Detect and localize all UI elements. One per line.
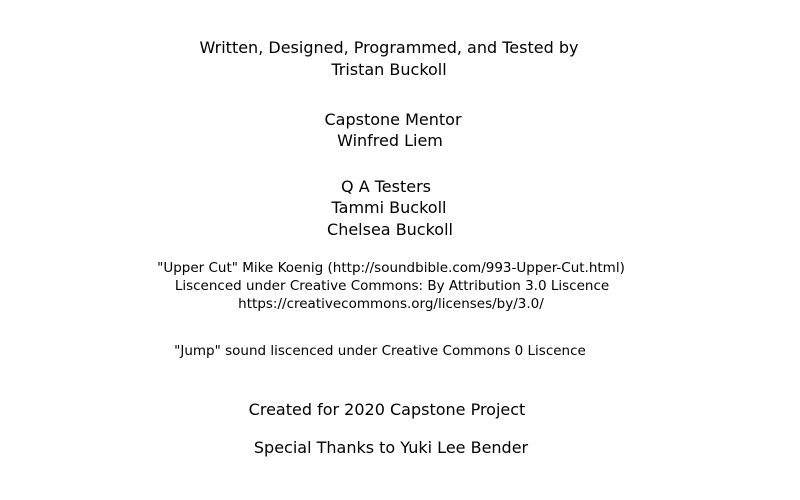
credit-project: Created for 2020 Capstone Project <box>248 400 526 419</box>
credit-role-mentor: Capstone Mentor <box>324 110 462 129</box>
credit-name-mentor: Winfred Liem <box>337 131 443 150</box>
credit-role-testers: Q A Testers <box>341 177 431 196</box>
credit-tester-name: Tammi Buckoll <box>331 198 447 217</box>
credit-license-url: https://creativecommons.org/licenses/by/… <box>238 296 544 312</box>
credits-screen: Written, Designed, Programmed, and Teste… <box>0 0 800 500</box>
credit-sound-jump: "Jump" sound liscenced under Creative Co… <box>174 343 586 359</box>
credit-role-writer: Written, Designed, Programmed, and Teste… <box>199 38 579 57</box>
credit-sound-upper-cut: "Upper Cut" Mike Koenig (http://soundbib… <box>157 260 625 276</box>
credit-tester-name: Chelsea Buckoll <box>327 220 453 239</box>
credit-special-thanks: Special Thanks to Yuki Lee Bender <box>253 438 529 457</box>
credit-name-writer: Tristan Buckoll <box>331 60 447 79</box>
credit-sound-license: Liscenced under Creative Commons: By Att… <box>174 278 610 294</box>
